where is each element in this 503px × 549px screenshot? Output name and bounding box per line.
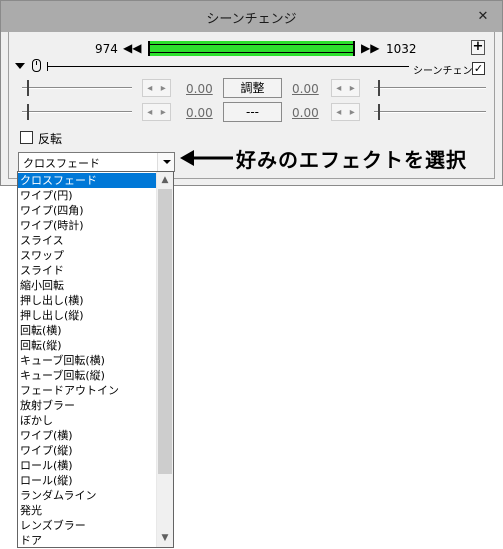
close-button[interactable]: ✕: [463, 1, 503, 32]
collapse-triangle-icon[interactable]: [15, 63, 25, 69]
track-1-left-slider[interactable]: [22, 87, 132, 89]
effect-option[interactable]: レンズブラー: [18, 518, 156, 533]
spin-right-icon[interactable]: ▸: [347, 107, 357, 118]
track-2-left-spin[interactable]: ◂ ▸: [142, 103, 171, 121]
effect-option[interactable]: ランダムライン: [18, 488, 156, 503]
track-2-right-value[interactable]: 0.00: [292, 106, 319, 120]
spin-left-icon[interactable]: ◂: [334, 107, 344, 118]
effect-option[interactable]: ワイプ(縦): [18, 443, 156, 458]
prev-keyframe-button[interactable]: ◀◀: [123, 40, 141, 56]
track-1-left-thumb[interactable]: [27, 80, 29, 96]
spin-right-icon[interactable]: ▸: [158, 107, 168, 118]
effect-option[interactable]: 回転(縦): [18, 338, 156, 353]
title-bar[interactable]: シーンチェンジ ✕: [1, 1, 502, 32]
effect-option[interactable]: ワイプ(円): [18, 188, 156, 203]
spin-left-icon[interactable]: ◂: [145, 107, 155, 118]
scroll-thumb[interactable]: [158, 189, 172, 474]
track-1-left-value[interactable]: 0.00: [186, 82, 213, 96]
effect-option[interactable]: 押し出し(横): [18, 293, 156, 308]
chevron-down-icon[interactable]: [157, 153, 174, 171]
object-timeline[interactable]: [47, 62, 409, 71]
track-2-right-thumb[interactable]: [378, 104, 380, 120]
end-frame-number: 1032: [386, 42, 417, 56]
scroll-up-icon[interactable]: ▲: [157, 172, 173, 189]
track-1-right-slider[interactable]: [374, 87, 486, 89]
setting-button[interactable]: ---: [223, 102, 282, 122]
effect-option[interactable]: ロール(縦): [18, 473, 156, 488]
window-title: シーンチェンジ: [206, 12, 297, 27]
spin-left-icon[interactable]: ◂: [145, 83, 155, 94]
annotation-text: 好みのエフェクトを選択: [236, 148, 467, 172]
effect-option[interactable]: 発光: [18, 503, 156, 518]
track-1-right-thumb[interactable]: [378, 80, 380, 96]
track-2-right-slider[interactable]: [374, 111, 486, 113]
effect-option[interactable]: ワイプ(横): [18, 428, 156, 443]
arrow-left-icon: [180, 150, 233, 166]
effect-option[interactable]: キューブ回転(横): [18, 353, 156, 368]
effect-option[interactable]: 押し出し(縦): [18, 308, 156, 323]
dropdown-scrollbar[interactable]: ▲ ▼: [156, 172, 173, 547]
effect-option[interactable]: スワップ: [18, 248, 156, 263]
effect-select-value: クロスフェード: [23, 157, 100, 170]
effect-option[interactable]: スライス: [18, 233, 156, 248]
flip-label: 反転: [38, 132, 63, 146]
effect-option[interactable]: クロスフェード: [18, 173, 156, 188]
flip-checkbox[interactable]: [20, 131, 33, 144]
effect-option[interactable]: 回転(横): [18, 323, 156, 338]
scroll-down-icon[interactable]: ▼: [157, 530, 173, 547]
spin-right-icon[interactable]: ▸: [158, 83, 168, 94]
spin-right-icon[interactable]: ▸: [347, 83, 357, 94]
next-keyframe-button[interactable]: ▶▶: [361, 40, 379, 56]
effect-option[interactable]: ワイプ(時計): [18, 218, 156, 233]
track-2-left-thumb[interactable]: [27, 104, 29, 120]
effect-option[interactable]: ぼかし: [18, 413, 156, 428]
effect-select[interactable]: クロスフェード: [18, 152, 175, 172]
effect-option[interactable]: フェードアウトイン: [18, 383, 156, 398]
track-1-left-spin[interactable]: ◂ ▸: [142, 79, 171, 97]
spin-left-icon[interactable]: ◂: [334, 83, 344, 94]
effect-dropdown-list[interactable]: クロスフェード ワイプ(円) ワイプ(四角) ワイプ(時計) スライス スワップ スライド縮…: [17, 171, 174, 548]
track-2-left-slider[interactable]: [22, 111, 132, 113]
effect-option[interactable]: キューブ回転(縦): [18, 368, 156, 383]
effect-option[interactable]: 縮小回転: [18, 278, 156, 293]
start-frame-number: 974: [95, 42, 118, 56]
scene-change-checkbox[interactable]: ✓: [472, 62, 485, 75]
effect-option[interactable]: スライド: [18, 263, 156, 278]
mouse-icon: [32, 59, 41, 72]
effect-option[interactable]: 放射ブラー: [18, 398, 156, 413]
effect-option[interactable]: ロール(横): [18, 458, 156, 473]
track-1-right-value[interactable]: 0.00: [292, 82, 319, 96]
effect-options: クロスフェード ワイプ(円) ワイプ(四角) ワイプ(時計) スライス スワップ スライド縮…: [18, 173, 156, 547]
adjust-button[interactable]: 調整: [223, 78, 282, 98]
seek-bar[interactable]: [148, 41, 355, 56]
track-1-right-spin[interactable]: ◂ ▸: [331, 79, 360, 97]
add-button[interactable]: +: [471, 40, 485, 55]
track-2-left-value[interactable]: 0.00: [186, 106, 213, 120]
effect-option[interactable]: ワイプ(四角): [18, 203, 156, 218]
track-2-right-spin[interactable]: ◂ ▸: [331, 103, 360, 121]
effect-option[interactable]: ドア: [18, 533, 156, 547]
